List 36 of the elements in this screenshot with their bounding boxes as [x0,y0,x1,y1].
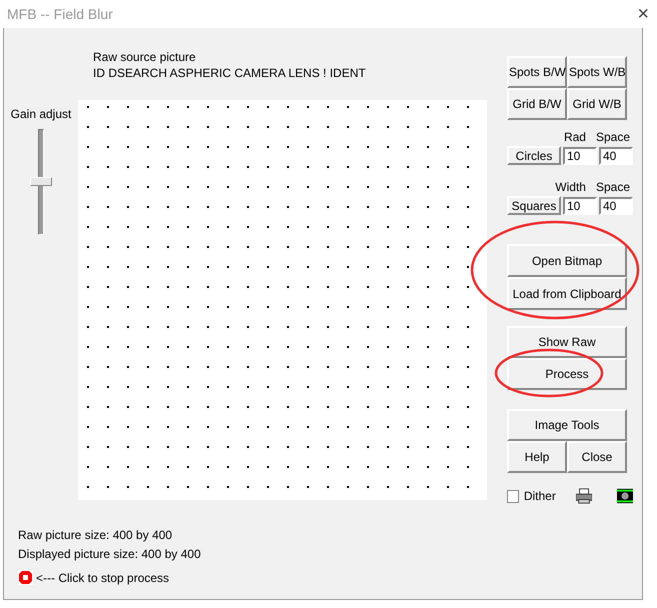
status-text: Displayed picture size: 400 by 400 [18,547,202,561]
picture-heading: Raw source picture [93,50,197,64]
stop-hint: <--- Click to stop process [36,570,170,584]
number-field[interactable]: 40 [599,146,633,164]
field-label: Space [596,130,630,144]
printer-icon[interactable] [576,488,592,504]
window-title: MFB -- Field Blur [7,6,113,22]
squares-button[interactable]: Squares [507,196,561,215]
checkbox-label: Dither [524,489,556,503]
close-icon[interactable]: × [637,4,649,24]
field-label: Width [555,180,586,194]
number-field[interactable]: 10 [563,146,597,164]
close-button[interactable]: Close [567,441,627,473]
pattern-button[interactable]: Grid W/B [567,88,627,120]
pattern-button[interactable]: Spots B/W [507,56,567,88]
slider-thumb[interactable] [30,177,52,186]
pattern-button[interactable]: Grid B/W [507,88,567,120]
field-label: Space [596,180,630,194]
circles-button[interactable]: Circles [507,146,561,165]
status-text: Raw picture size: 400 by 400 [18,528,174,542]
image-tools-button[interactable]: Image Tools [507,409,627,441]
gain-slider[interactable] [30,129,52,235]
slider-label: Gain adjust [10,107,72,121]
camera-icon[interactable] [616,488,633,504]
number-field[interactable]: 40 [599,196,633,214]
stop-icon[interactable] [18,570,33,585]
action-button[interactable]: Process [507,358,627,390]
help-button[interactable]: Help [507,441,567,473]
field-label: Rad [564,130,586,144]
load-button[interactable]: Open Bitmap [507,244,627,277]
action-button[interactable]: Show Raw [507,326,627,358]
dither-checkbox[interactable] [507,490,519,502]
number-field[interactable]: 10 [563,196,597,214]
picture-caption: ID DSEARCH ASPHERIC CAMERA LENS ! IDENT [93,66,367,80]
load-button[interactable]: Load from Clipboard [507,277,627,310]
pattern-button[interactable]: Spots W/B [567,56,627,88]
